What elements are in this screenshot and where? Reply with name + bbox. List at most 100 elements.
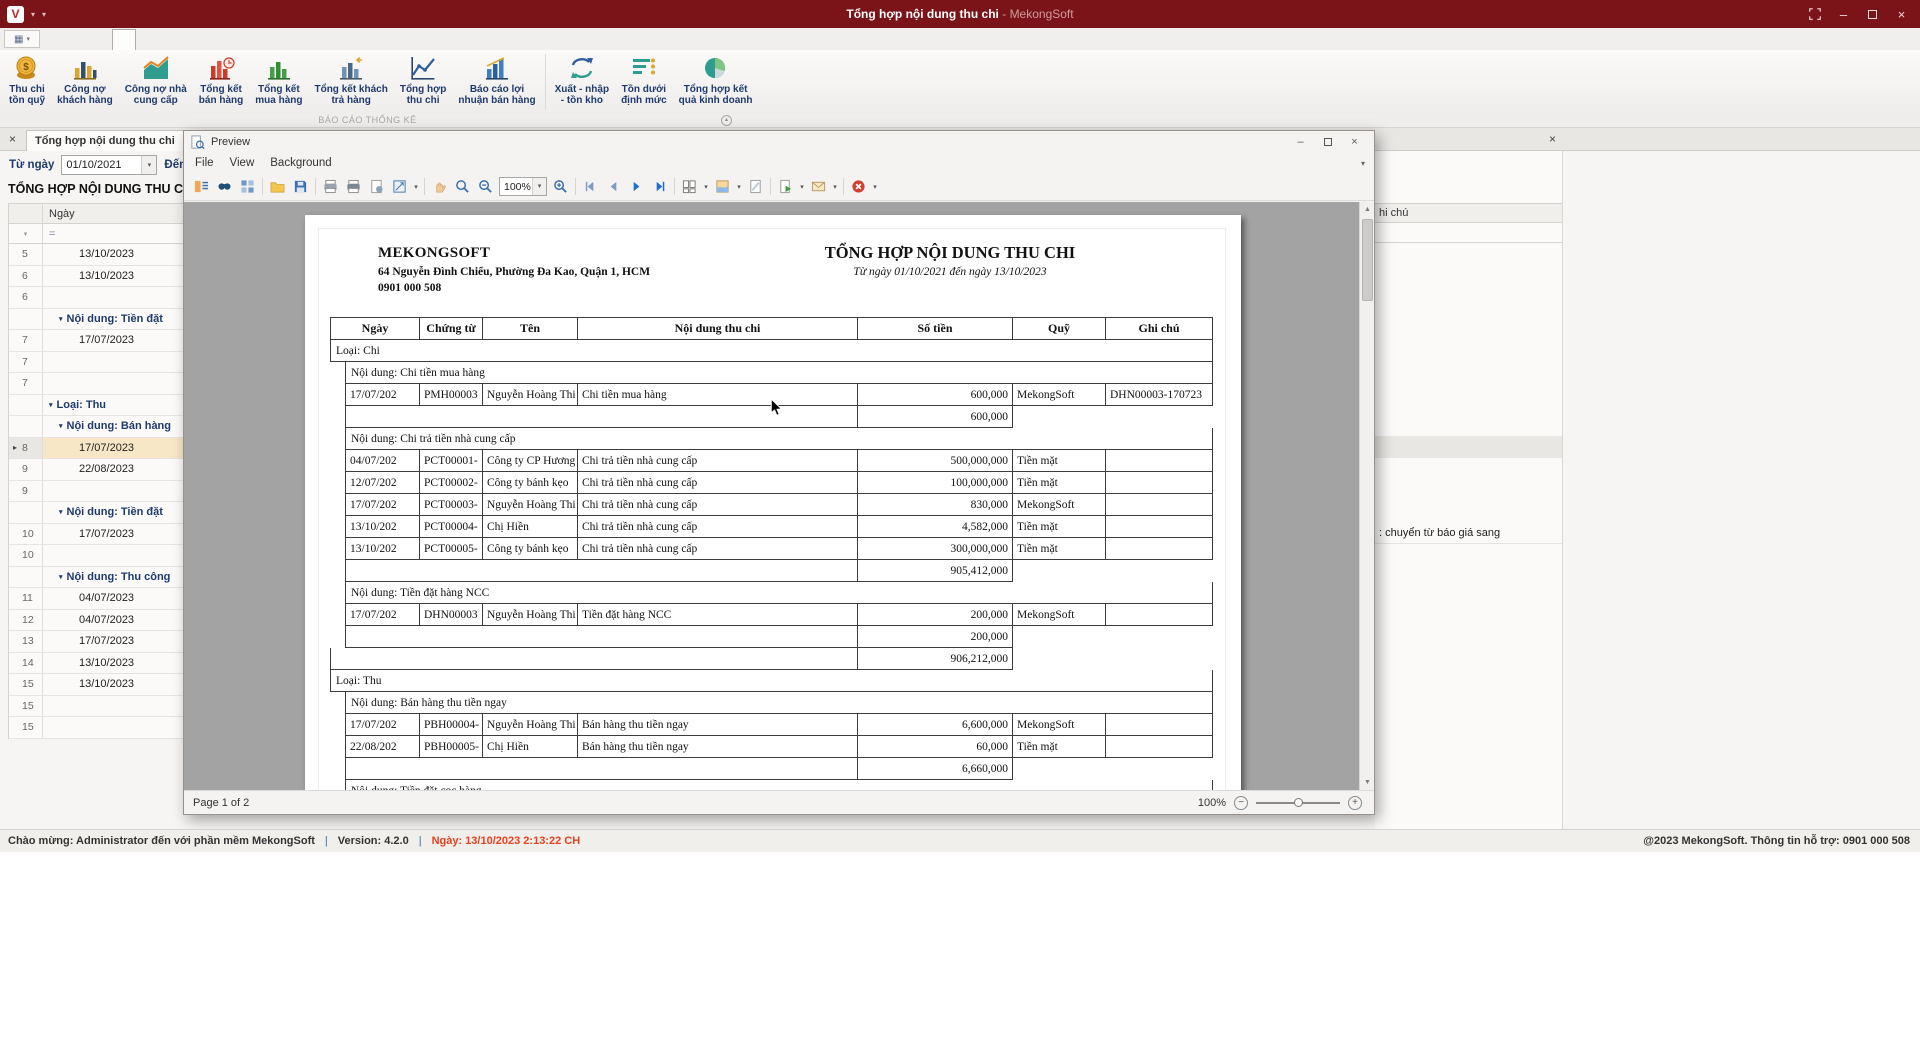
grid-row[interactable]: 7 [9, 352, 183, 374]
grid-filter-cell[interactable] [1375, 223, 1562, 243]
ribbon-tab[interactable] [136, 29, 158, 50]
grid-row[interactable]: 14 13/10/2023 [9, 653, 183, 675]
grid-cell-date[interactable]: 13/10/2023 [43, 653, 183, 674]
grid-row[interactable]: 6 [9, 287, 183, 309]
preview-scrollbar[interactable]: ▲ ▼ [1359, 202, 1374, 790]
zoom-increase-button[interactable]: + [1348, 796, 1362, 810]
grid-row[interactable]: 5 13/10/2023 [9, 244, 183, 266]
document-tab[interactable]: Tổng hợp nội dung thu chi × [26, 130, 199, 151]
ribbon-item[interactable]: Xuất - nhập- tồn kho [549, 50, 615, 114]
from-date-input[interactable]: 01/10/2021 ▾ [61, 155, 157, 175]
menu-file[interactable]: File [187, 157, 222, 169]
email-button[interactable] [807, 175, 830, 198]
search-button[interactable] [213, 175, 236, 198]
open-button[interactable] [266, 175, 289, 198]
grid-row[interactable]: 6 13/10/2023 [9, 266, 183, 288]
last-page-button[interactable] [648, 175, 671, 198]
collapse-icon[interactable]: ▾ [59, 315, 63, 323]
zoom-slider-handle[interactable] [1294, 798, 1303, 807]
close-button[interactable]: × [1887, 3, 1916, 25]
grid-row[interactable]: 15 13/10/2023 [9, 674, 183, 696]
grid-row[interactable]: 11 04/07/2023 [9, 588, 183, 610]
tabstrip-close-right-icon[interactable]: × [1549, 132, 1556, 146]
grid-cell-date[interactable] [43, 373, 183, 394]
preview-titlebar[interactable]: Preview – × [184, 131, 1374, 153]
export-options-icon[interactable]: ▾ [797, 183, 807, 191]
ribbon-collapse-icon[interactable]: ▴ [721, 115, 732, 126]
fullscreen-button[interactable] [1800, 3, 1829, 25]
page-background-button[interactable] [711, 175, 734, 198]
grid-group-row[interactable]: ▾Nội dung: Bán hàng [9, 416, 183, 438]
scrollbar-thumb[interactable] [1362, 219, 1373, 301]
preview-maximize-button[interactable] [1314, 133, 1341, 151]
ribbon-item[interactable]: Tổng kết kháchtrả hàng [308, 50, 393, 114]
collapse-icon[interactable]: ▾ [49, 401, 53, 409]
magnifier-button[interactable] [451, 175, 474, 198]
close-preview-button[interactable] [847, 175, 870, 198]
grid-cell-date[interactable] [43, 481, 183, 502]
grid-group-row[interactable]: ▾Nội dung: Thu công [9, 567, 183, 589]
grid-row[interactable]: 12 04/07/2023 [9, 610, 183, 632]
close-preview-options-icon[interactable]: ▾ [870, 183, 880, 191]
ribbon-item[interactable]: Tổng hợp kếtquả kinh doanh [673, 50, 759, 114]
preview-minimize-button[interactable]: – [1287, 133, 1314, 151]
grid-column-header-note[interactable]: hi chú [1375, 203, 1562, 223]
grid-cell-date[interactable]: 17/07/2023 [43, 524, 183, 545]
ribbon-tab[interactable] [68, 29, 90, 50]
multiple-pages-button[interactable] [678, 175, 701, 198]
ribbon-item[interactable]: Tồn dướiđịnh mức [615, 50, 673, 114]
filter-operator[interactable]: = [43, 224, 183, 243]
document-map-button[interactable] [190, 175, 213, 198]
grid-cell-date[interactable]: 22/08/2023 [43, 459, 183, 480]
zoom-out-button[interactable] [474, 175, 497, 198]
multiple-pages-options-icon[interactable]: ▾ [701, 183, 711, 191]
scroll-up-icon[interactable]: ▲ [1360, 202, 1374, 217]
filter-caret-icon[interactable]: ▾ [9, 224, 43, 243]
grid-cell-date[interactable] [43, 545, 183, 566]
hand-tool-button[interactable] [428, 175, 451, 198]
page-background-options-icon[interactable]: ▾ [734, 183, 744, 191]
save-button[interactable] [289, 175, 312, 198]
ribbon-tab[interactable] [46, 29, 68, 50]
grid-row[interactable]: 7 17/07/2023 [9, 330, 183, 352]
grid-column-header-date[interactable]: Ngày [43, 204, 183, 223]
quick-print-button[interactable] [342, 175, 365, 198]
ribbon-tab-active[interactable] [112, 29, 136, 50]
thumbnails-button[interactable] [236, 175, 259, 198]
grid-row[interactable]: 10 [9, 545, 183, 567]
export-button[interactable] [774, 175, 797, 198]
first-page-button[interactable] [579, 175, 602, 198]
watermark-button[interactable] [744, 175, 767, 198]
scroll-down-icon[interactable]: ▼ [1360, 775, 1374, 790]
grid-cell-date[interactable]: 04/07/2023 [43, 588, 183, 609]
grid-cell-date[interactable]: 04/07/2023 [43, 610, 183, 631]
menu-view[interactable]: View [222, 157, 263, 169]
ribbon-item[interactable]: Tổng kếtmua hàng [249, 50, 308, 114]
grid-row[interactable]: 9 [9, 481, 183, 503]
grid-row[interactable]: 13 17/07/2023 [9, 631, 183, 653]
ribbon-item[interactable]: Tổng kếtbán hàng [193, 50, 249, 114]
grid-cell-date[interactable]: 17/07/2023 [43, 330, 183, 351]
grid-row[interactable]: 15 [9, 717, 183, 739]
collapse-icon[interactable]: ▾ [59, 422, 63, 430]
zoom-slider[interactable] [1256, 802, 1340, 804]
scale-button[interactable] [388, 175, 411, 198]
grid-group-row[interactable]: ▾Nội dung: Tiền đặt [9, 502, 183, 524]
grid-cell-note[interactable]: : chuyển từ báo giá sang [1375, 522, 1562, 544]
email-options-icon[interactable]: ▾ [830, 183, 840, 191]
grid-row[interactable]: 15 [9, 696, 183, 718]
grid-cell-date[interactable]: 13/10/2023 [43, 266, 183, 287]
tabstrip-close-left-icon[interactable]: × [9, 132, 16, 146]
grid-cell-date[interactable]: 13/10/2023 [43, 674, 183, 695]
ribbon-item[interactable]: Thu chitồn quỹ [3, 50, 51, 114]
collapse-icon[interactable]: ▾ [59, 573, 63, 581]
grid-group-row[interactable]: ▾Loại: Thu [9, 395, 183, 417]
ribbon-item[interactable]: Công nợ nhàcung cấp [119, 50, 193, 114]
print-button[interactable] [319, 175, 342, 198]
zoom-decrease-button[interactable]: − [1234, 796, 1248, 810]
preview-close-button[interactable]: × [1341, 133, 1368, 151]
grid-row[interactable]: 9 22/08/2023 [9, 459, 183, 481]
grid-cell-date[interactable] [43, 352, 183, 373]
preview-content[interactable]: MEKONGSOFT 64 Nguyễn Đình Chiểu, Phường … [184, 202, 1374, 790]
app-menu-button[interactable]: ▦ ▾ [4, 30, 40, 48]
